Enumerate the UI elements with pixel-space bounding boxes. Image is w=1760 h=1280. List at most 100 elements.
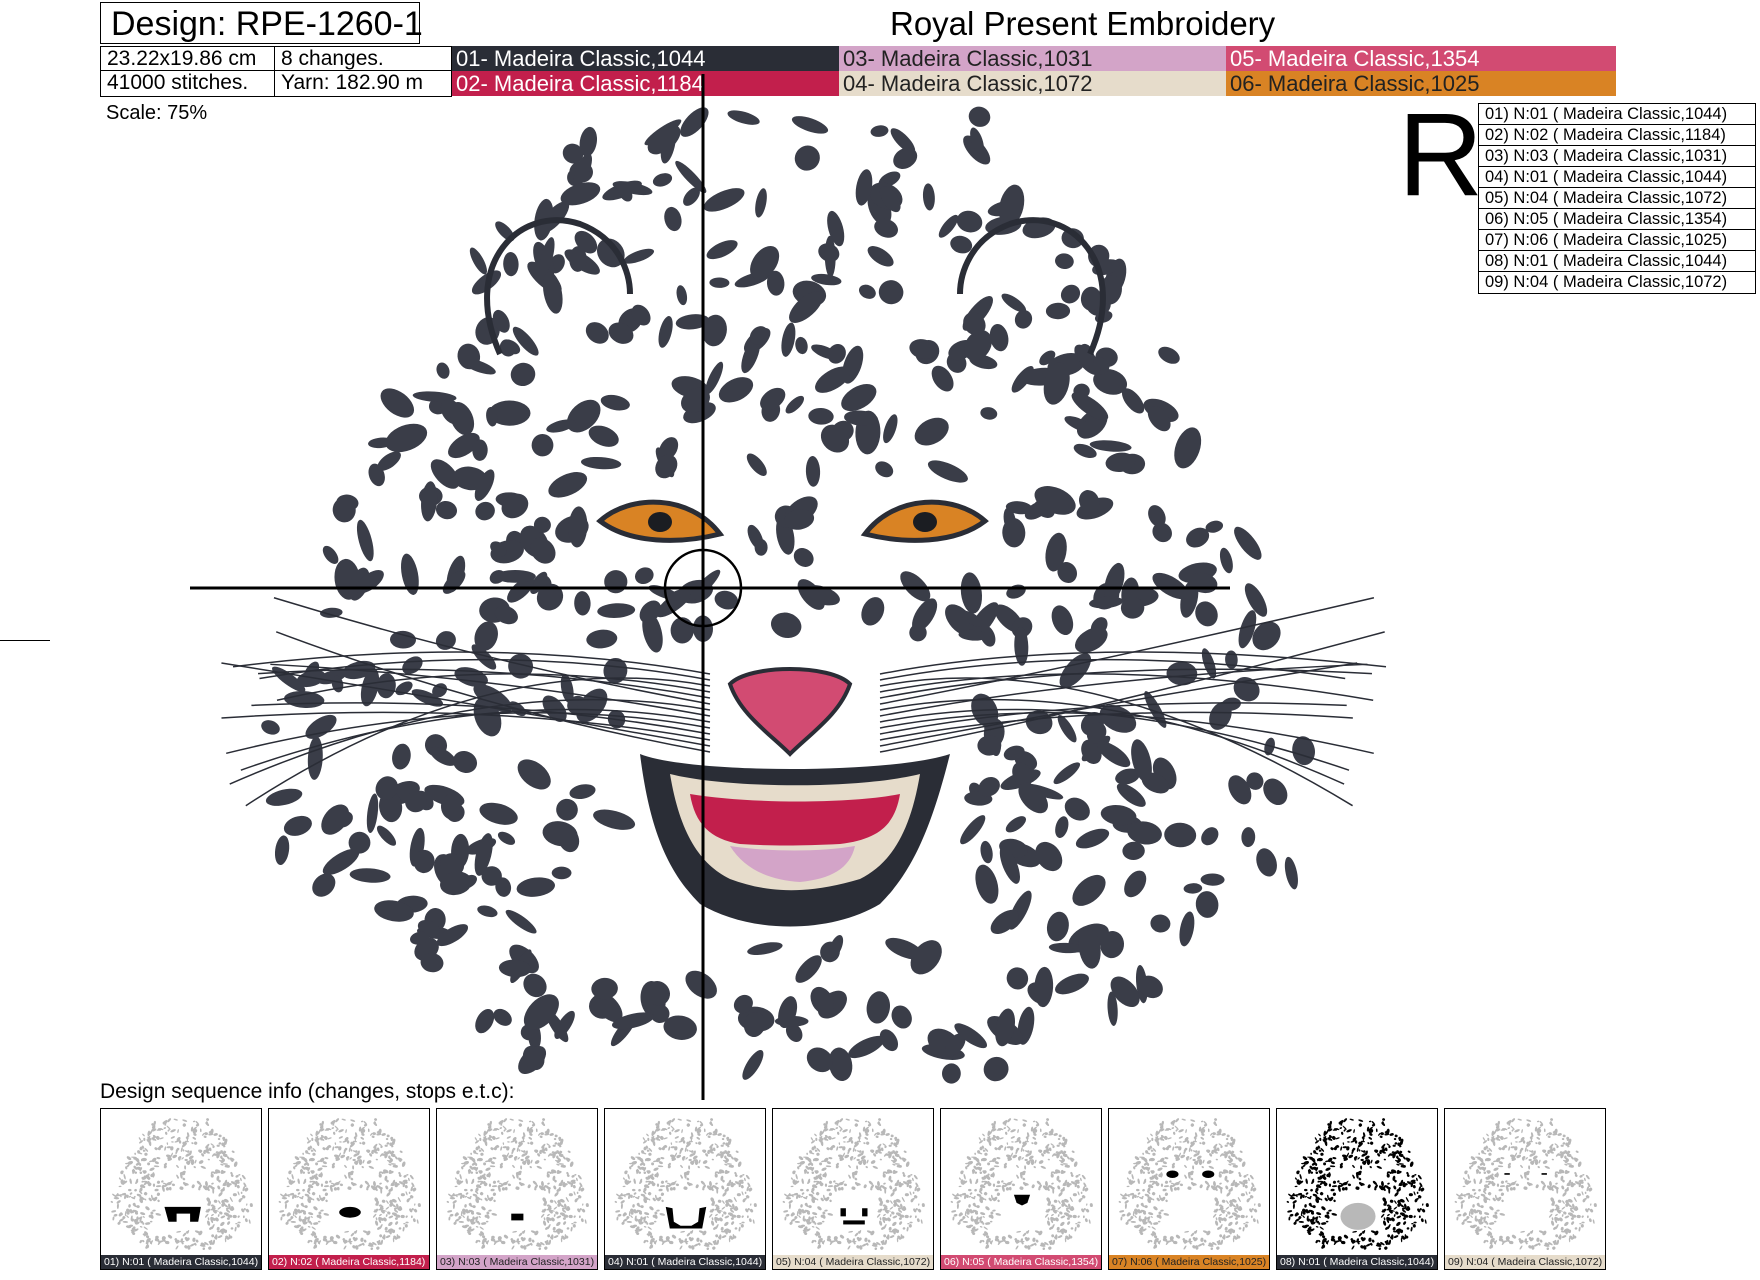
fur-spot — [118, 1177, 122, 1180]
fur-spot — [363, 1239, 367, 1243]
fur-spot — [581, 1208, 586, 1213]
fur-spot — [507, 1141, 510, 1143]
stop-item: 08) N:01 ( Madeira Classic,1044) — [1479, 251, 1755, 272]
fur-spot — [790, 1185, 794, 1188]
fur-spot — [969, 1192, 973, 1195]
fur-spot — [145, 1222, 151, 1225]
fur-spot — [1550, 1118, 1554, 1121]
fur-spot — [788, 1200, 793, 1204]
fur-spot — [485, 1220, 489, 1223]
fur-spot — [726, 1163, 733, 1165]
fur-spot — [1136, 1195, 1140, 1198]
fur-spot — [1174, 427, 1202, 469]
fur-spot — [1162, 1188, 1167, 1192]
fur-spot — [164, 1146, 167, 1151]
fur-spot — [1462, 1185, 1466, 1188]
fur-spot — [384, 1226, 388, 1231]
fur-spot — [646, 1180, 652, 1183]
fur-spot — [1017, 1129, 1019, 1134]
fur-spot — [568, 1214, 573, 1219]
fur-spot — [517, 1157, 520, 1160]
fur-spot — [1584, 1191, 1587, 1195]
fur-spot — [1184, 1230, 1190, 1233]
fur-spot — [126, 1194, 129, 1199]
fur-spot — [1346, 1136, 1351, 1139]
fur-spot — [384, 1144, 388, 1147]
fur-spot — [240, 1191, 243, 1195]
fur-spot — [1179, 1141, 1182, 1143]
fur-spot — [310, 1180, 316, 1183]
fur-spot — [967, 1160, 974, 1165]
fur-spot — [1001, 1180, 1004, 1183]
fur-spot — [1321, 1222, 1327, 1225]
fur-spot — [1287, 1210, 1293, 1213]
fur-spot — [153, 1165, 160, 1168]
fur-spot — [1485, 1239, 1489, 1243]
fur-spot — [1163, 1185, 1170, 1188]
fur-spot — [1302, 1156, 1308, 1161]
fur-spot — [333, 1131, 336, 1135]
fur-spot — [674, 1129, 680, 1133]
fur-spot — [462, 1194, 465, 1199]
fur-spot — [222, 1163, 229, 1165]
fur-spot — [656, 1209, 660, 1212]
fur-spot — [1202, 1159, 1205, 1164]
fur-spot — [1341, 1187, 1346, 1191]
fur-spot — [551, 866, 572, 880]
fur-spot — [741, 1215, 744, 1218]
fur-spot — [1215, 1217, 1218, 1221]
fur-spot — [1176, 1186, 1180, 1191]
fur-spot — [544, 1147, 548, 1152]
fur-spot — [966, 1215, 969, 1218]
fur-spot — [1315, 1171, 1319, 1175]
fur-spot — [297, 1178, 300, 1185]
fur-spot — [554, 1200, 557, 1204]
fur-spot — [747, 942, 783, 955]
fur-spot — [721, 1185, 725, 1190]
fur-spot — [708, 1132, 712, 1136]
fur-spot — [207, 1158, 210, 1161]
fur-spot — [324, 1192, 329, 1197]
fur-spot — [1033, 1166, 1036, 1169]
fur-spot — [1358, 1177, 1362, 1181]
fur-spot — [913, 1174, 918, 1180]
fur-spot — [711, 1158, 714, 1161]
fur-spot — [1351, 1245, 1355, 1250]
fur-spot — [152, 1209, 156, 1212]
fur-spot — [672, 1186, 676, 1191]
fur-spot — [281, 1197, 288, 1200]
fur-spot — [805, 456, 821, 487]
fur-spot — [695, 1142, 698, 1145]
fur-spot — [543, 1217, 546, 1221]
fur-spot — [1389, 1133, 1394, 1136]
fur-spot — [737, 1161, 742, 1167]
fur-spot — [1387, 1213, 1390, 1217]
fur-spot — [327, 1137, 332, 1140]
fur-spot — [1303, 1160, 1310, 1165]
fur-spot — [853, 1157, 856, 1160]
fur-spot — [866, 991, 891, 1024]
fur-spot — [576, 1191, 579, 1195]
fur-spot — [849, 1129, 851, 1134]
fur-spot — [811, 1239, 815, 1244]
fur-spot — [620, 1203, 623, 1210]
fur-spot — [475, 1225, 479, 1228]
fur-spot — [876, 1132, 880, 1136]
fur-spot — [435, 631, 456, 650]
fur-spot — [785, 1213, 790, 1217]
fur-spot — [485, 1167, 491, 1171]
fur-spot — [721, 1213, 724, 1217]
fur-spot — [1352, 1230, 1358, 1233]
fur-spot — [1185, 1129, 1187, 1134]
fur-spot — [318, 1211, 322, 1215]
fur-spot — [211, 1213, 214, 1217]
fur-spot — [220, 1221, 225, 1227]
fur-spot — [111, 1210, 117, 1213]
fur-spot — [586, 629, 618, 649]
fur-spot — [1292, 1203, 1295, 1210]
fur-spot — [501, 1131, 504, 1135]
fur-spot — [1230, 1163, 1237, 1165]
fur-spot — [1342, 1142, 1345, 1145]
fur-spot — [360, 1136, 364, 1140]
fur-spot — [1203, 1239, 1207, 1243]
